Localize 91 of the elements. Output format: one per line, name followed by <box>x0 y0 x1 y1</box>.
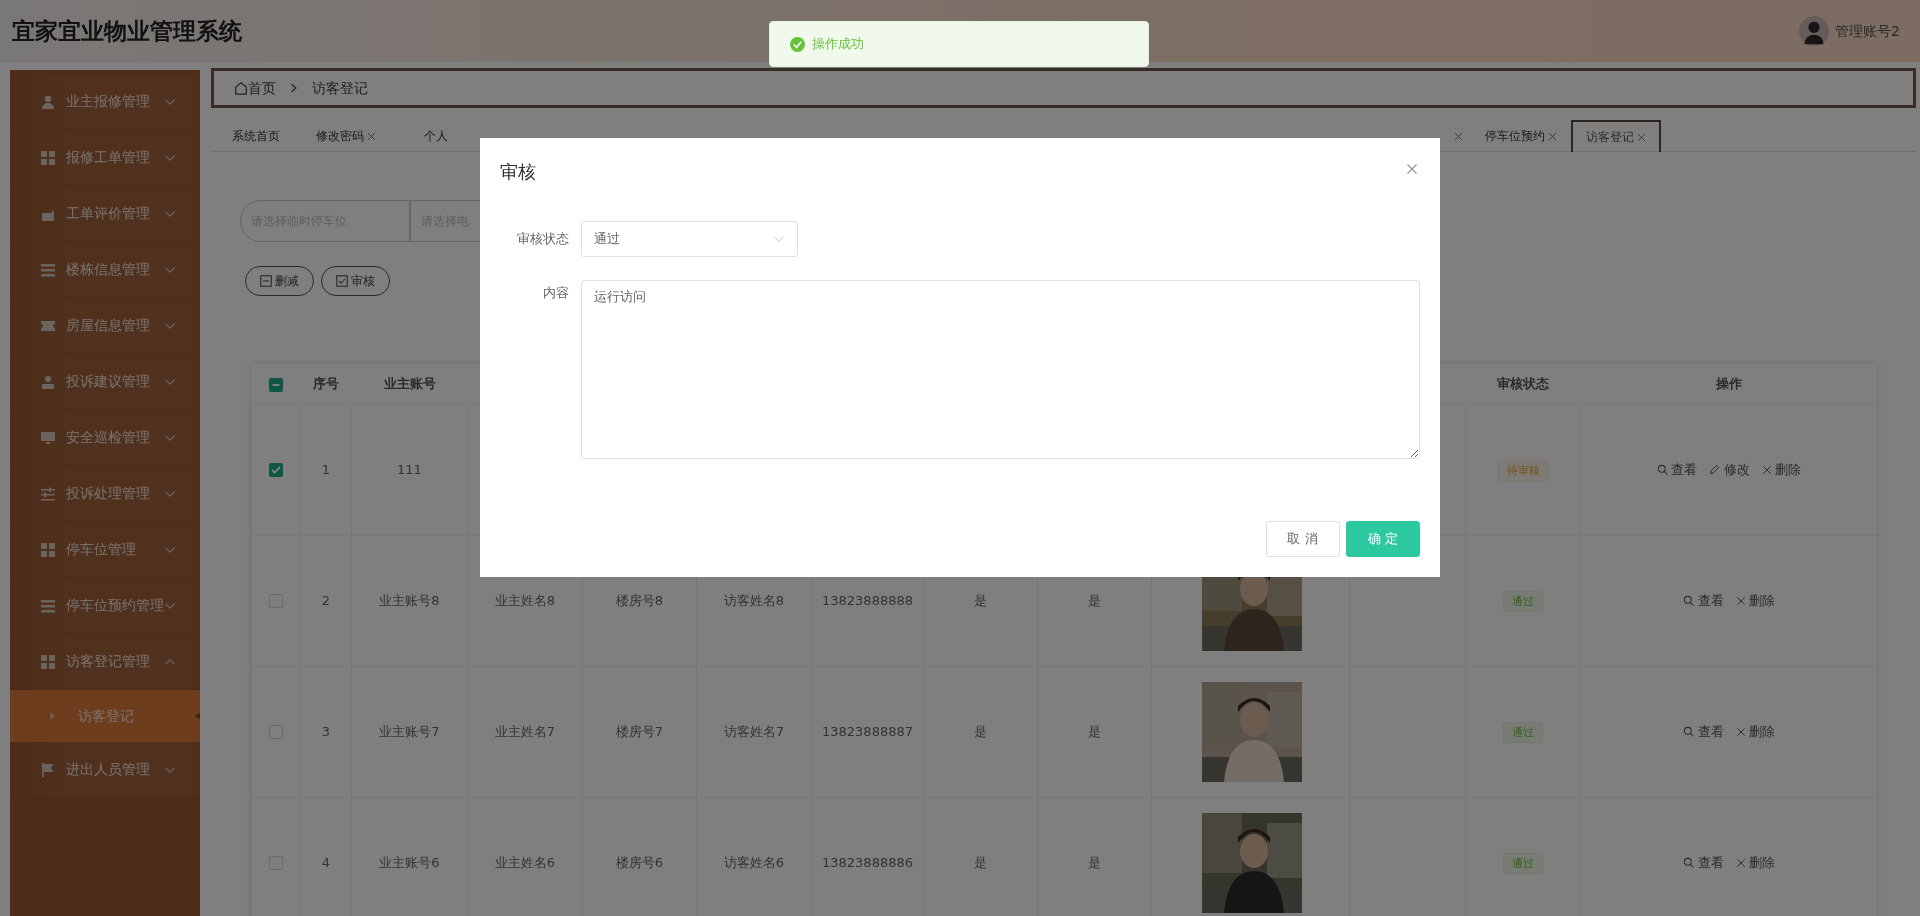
column-header: 操作 <box>1716 376 1742 391</box>
table-cell: 1 <box>321 461 331 477</box>
column-header: 审核状态 <box>1497 376 1549 391</box>
table-cell: 业主姓名7 <box>494 723 556 739</box>
dialog-title: 审核 <box>500 160 536 184</box>
textarea-field[interactable]: 运行访问 <box>581 280 1420 459</box>
table-cell: 13823888887 <box>822 723 913 739</box>
delete-link[interactable]: 删除 <box>1729 590 1781 611</box>
table-cell: 13823888886 <box>822 854 913 870</box>
tab[interactable]: 访客登记 <box>1571 120 1661 152</box>
column-header: 序号 <box>313 376 339 391</box>
home-icon <box>234 81 248 95</box>
close-icon <box>1735 857 1746 868</box>
close-icon <box>1761 464 1772 475</box>
table-cell: 访客姓名8 <box>723 592 785 608</box>
table-cell: 业主姓名8 <box>494 592 556 608</box>
status-tag: 通过 <box>1503 852 1543 874</box>
column-header: 业主账号 <box>383 376 436 391</box>
list-icon <box>40 597 56 614</box>
sliders-icon <box>40 485 56 502</box>
check-square-icon <box>335 275 348 287</box>
grid-icon <box>40 149 56 166</box>
delete-button[interactable]: 删减 <box>245 266 315 296</box>
table-cell: 是 <box>974 592 987 608</box>
status-tag: 通过 <box>1503 590 1543 612</box>
table-cell: 楼房号8 <box>615 592 664 608</box>
table-cell: 访客姓名6 <box>723 854 785 870</box>
select-field[interactable]: 通过 <box>581 221 798 257</box>
person-icon <box>40 373 56 390</box>
pencil-icon <box>1709 464 1721 475</box>
tab[interactable]: 个人 <box>391 120 481 152</box>
delete-link[interactable]: 删除 <box>1729 852 1781 873</box>
table-cell: 是 <box>1088 723 1101 739</box>
table-cell: 楼房号6 <box>615 854 664 870</box>
check-circle-icon <box>790 36 805 52</box>
search-icon <box>1683 726 1695 737</box>
review-button[interactable]: 审核 <box>320 266 390 296</box>
flag-icon <box>40 761 56 778</box>
view-link[interactable]: 查看 <box>1651 459 1704 480</box>
table-cell: 业主账号7 <box>379 723 440 739</box>
field-label: 内容 <box>542 284 570 302</box>
table-cell: 访客姓名7 <box>723 723 785 739</box>
toast-message: 操作成功 <box>811 35 864 54</box>
close-icon <box>1735 595 1746 606</box>
avatar-icon[interactable] <box>1798 16 1829 46</box>
status-tag: 通过 <box>1503 721 1543 743</box>
table-cell: 4 <box>321 854 331 870</box>
breadcrumb-item: 访客登记 <box>312 78 368 98</box>
table-cell: 业主账号6 <box>379 854 440 870</box>
search-icon <box>1657 464 1669 475</box>
monitor-icon <box>40 429 56 446</box>
grid-icon <box>40 653 56 670</box>
sidebar-subitem[interactable]: 访客登记 <box>10 690 200 742</box>
table-cell: 3 <box>321 723 331 739</box>
chevron-right-icon <box>289 83 299 93</box>
minus-square-icon <box>260 275 272 287</box>
view-link[interactable]: 查看 <box>1677 721 1730 742</box>
view-link[interactable]: 查看 <box>1677 852 1730 873</box>
person-icon <box>40 93 56 110</box>
tab[interactable]: 修改密码 <box>301 120 391 152</box>
table-cell: 是 <box>974 723 987 739</box>
table-cell: 13823888888 <box>822 592 913 608</box>
edit-link[interactable]: 修改 <box>1703 459 1756 480</box>
delete-link[interactable]: 删除 <box>1729 721 1781 742</box>
checkbox[interactable] <box>269 377 283 392</box>
cancel-button[interactable]: 取 消 <box>1265 521 1340 557</box>
field-label: 审核状态 <box>516 230 570 248</box>
search-icon <box>1683 857 1695 868</box>
table-cell: 业主姓名6 <box>494 854 556 870</box>
tab[interactable]: 停车位预约 <box>1470 120 1571 152</box>
status-tag: 待审核 <box>1497 459 1549 481</box>
active-indicator-icon <box>194 711 200 721</box>
app-title: 宜家宜业物业管理系统 <box>12 16 242 46</box>
close-icon <box>1735 726 1746 737</box>
search-icon <box>1683 595 1695 606</box>
confirm-button[interactable]: 确 定 <box>1346 521 1420 557</box>
table-cell: 111 <box>397 461 422 477</box>
table-cell: 业主账号8 <box>379 592 440 608</box>
checkbox[interactable] <box>269 463 283 478</box>
table-cell: 楼房号7 <box>615 723 664 739</box>
view-link[interactable]: 查看 <box>1677 590 1730 611</box>
table-cell: 是 <box>1088 592 1101 608</box>
user-name[interactable]: 管理账号2 <box>1835 20 1900 42</box>
table-cell: 是 <box>974 854 987 870</box>
grid-icon <box>40 541 56 558</box>
breadcrumb-link[interactable]: 首页 <box>234 77 276 99</box>
list-icon <box>40 261 56 278</box>
tab[interactable]: 系统首页 <box>211 120 301 152</box>
delete-link[interactable]: 删除 <box>1755 459 1807 480</box>
table-cell: 是 <box>1088 854 1101 870</box>
table-cell: 2 <box>321 592 331 608</box>
